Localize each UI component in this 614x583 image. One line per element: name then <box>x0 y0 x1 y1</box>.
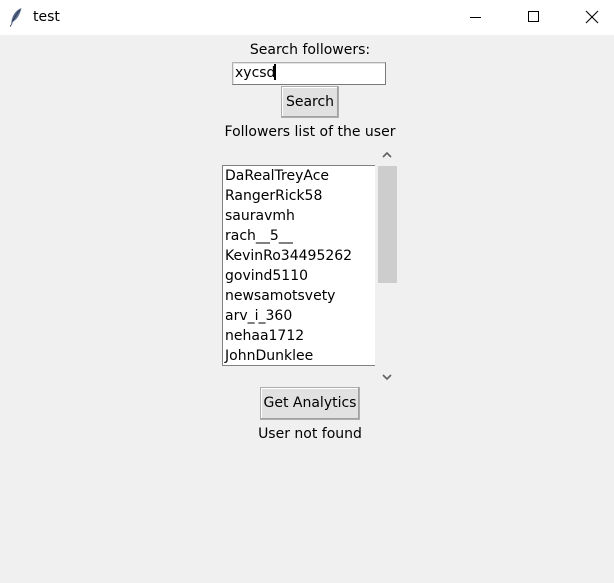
app-window: test Search followers: xycsd Search Foll… <box>0 0 614 583</box>
window-title: test <box>33 9 60 25</box>
list-item[interactable]: DaRealTreyAce <box>225 166 329 186</box>
text-caret <box>274 64 277 80</box>
list-item[interactable]: arv_i_360 <box>225 306 292 326</box>
scroll-up-button[interactable] <box>376 146 397 164</box>
feather-icon <box>9 8 22 27</box>
chevron-up-icon <box>382 151 392 158</box>
search-label: Search followers: <box>249 42 371 58</box>
list-item[interactable]: KevinRo34495262 <box>225 246 352 266</box>
minimize-icon <box>470 17 481 18</box>
chevron-down-icon <box>382 374 392 381</box>
search-input[interactable]: xycsd <box>232 62 386 85</box>
list-item[interactable]: JohnDunklee <box>225 346 313 365</box>
list-item[interactable]: nehaa1712 <box>225 326 304 346</box>
scroll-down-button[interactable] <box>376 368 397 386</box>
search-button[interactable]: Search <box>281 86 339 118</box>
maximize-button[interactable] <box>505 0 563 35</box>
followers-listbox[interactable]: DaRealTreyAce RangerRick58 sauravmh rach… <box>222 165 375 366</box>
list-item[interactable]: govind5110 <box>225 266 308 286</box>
close-button[interactable] <box>560 0 614 35</box>
maximize-icon <box>528 11 539 22</box>
followers-scrollbar[interactable] <box>376 146 397 386</box>
list-item[interactable]: sauravmh <box>225 206 295 226</box>
minimize-button[interactable] <box>447 0 505 35</box>
search-input-value: xycsd <box>235 64 277 81</box>
close-icon <box>585 10 599 24</box>
get-analytics-button[interactable]: Get Analytics <box>260 387 360 420</box>
list-item[interactable]: RangerRick58 <box>225 186 322 206</box>
list-item[interactable]: rach__5__ <box>225 226 293 246</box>
status-message: User not found <box>258 426 362 442</box>
followers-list-label: Followers list of the user <box>224 124 396 140</box>
title-bar[interactable]: test <box>0 0 614 35</box>
list-item[interactable]: newsamotsvety <box>225 286 335 306</box>
scroll-thumb[interactable] <box>378 166 397 283</box>
